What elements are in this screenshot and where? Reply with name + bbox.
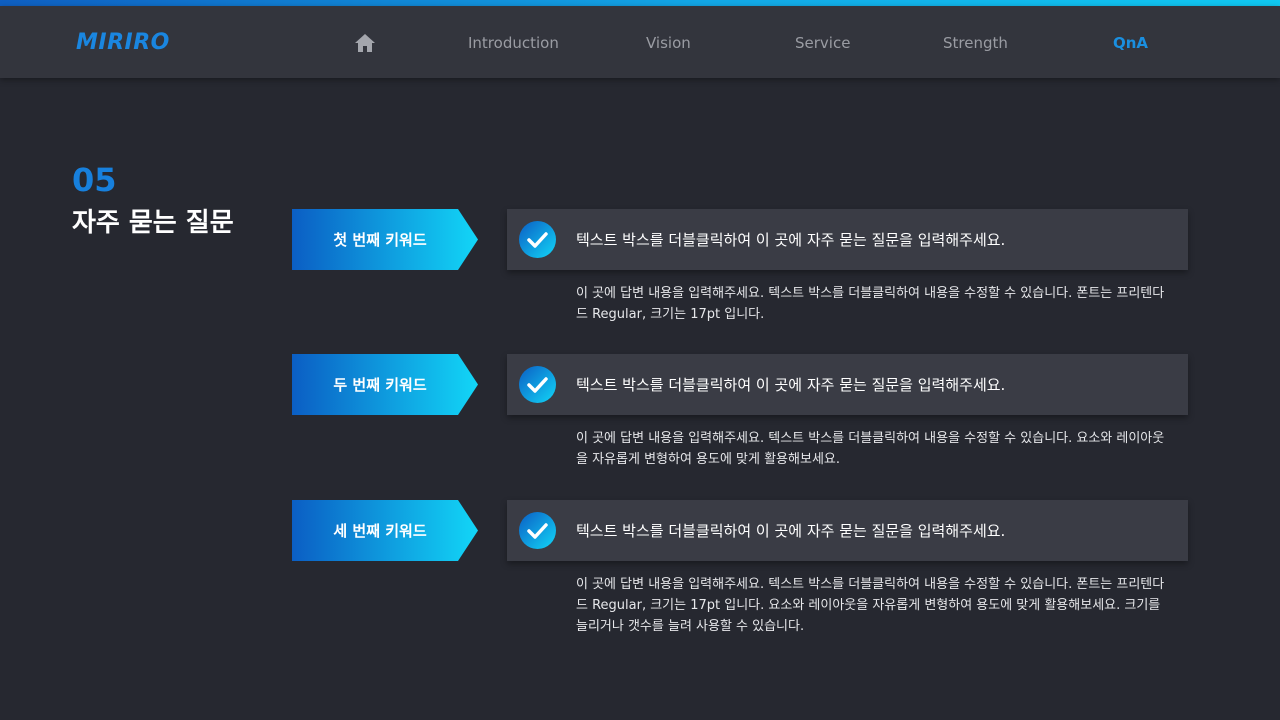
answer-text: 이 곳에 답변 내용을 입력해주세요. 텍스트 박스를 더블클릭하여 내용을 수… bbox=[576, 286, 1165, 322]
keyword-tag[interactable]: 첫 번째 키워드 bbox=[292, 209, 478, 270]
logo[interactable]: MIRIRO bbox=[76, 28, 170, 58]
keyword-label: 첫 번째 키워드 bbox=[333, 231, 427, 249]
answer-text: 이 곳에 답변 내용을 입력해주세요. 텍스트 박스를 더블클릭하여 내용을 수… bbox=[576, 577, 1165, 634]
keyword-label: 세 번째 키워드 bbox=[333, 522, 427, 540]
question-box[interactable]: 텍스트 박스를 더블클릭하여 이 곳에 자주 묻는 질문을 입력해주세요. bbox=[507, 209, 1188, 270]
top-header: MIRIRO Introduction Vision Service Stren… bbox=[0, 6, 1280, 78]
nav-service[interactable]: Service bbox=[795, 32, 850, 54]
check-circle-icon bbox=[519, 512, 556, 549]
home-icon[interactable] bbox=[354, 32, 376, 54]
question-box[interactable]: 텍스트 박스를 더블클릭하여 이 곳에 자주 묻는 질문을 입력해주세요. bbox=[507, 354, 1188, 415]
nav-vision[interactable]: Vision bbox=[646, 32, 691, 54]
question-text: 텍스트 박스를 더블클릭하여 이 곳에 자주 묻는 질문을 입력해주세요. bbox=[576, 522, 1006, 540]
keyword-tag[interactable]: 두 번째 키워드 bbox=[292, 354, 478, 415]
question-box[interactable]: 텍스트 박스를 더블클릭하여 이 곳에 자주 묻는 질문을 입력해주세요. bbox=[507, 500, 1188, 561]
answer-text: 이 곳에 답변 내용을 입력해주세요. 텍스트 박스를 더블클릭하여 내용을 수… bbox=[576, 431, 1165, 467]
question-text: 텍스트 박스를 더블클릭하여 이 곳에 자주 묻는 질문을 입력해주세요. bbox=[576, 376, 1006, 394]
slide-page: MIRIRO Introduction Vision Service Stren… bbox=[0, 0, 1280, 720]
nav-qna[interactable]: QnA bbox=[1113, 32, 1148, 54]
keyword-tag[interactable]: 세 번째 키워드 bbox=[292, 500, 478, 561]
question-text: 텍스트 박스를 더블클릭하여 이 곳에 자주 묻는 질문을 입력해주세요. bbox=[576, 231, 1006, 249]
section-title: 자주 묻는 질문 bbox=[72, 208, 234, 238]
section-number: 05 bbox=[72, 161, 117, 199]
nav-introduction[interactable]: Introduction bbox=[468, 32, 559, 54]
keyword-label: 두 번째 키워드 bbox=[333, 376, 427, 394]
check-circle-icon bbox=[519, 221, 556, 258]
check-circle-icon bbox=[519, 366, 556, 403]
nav-strength[interactable]: Strength bbox=[943, 32, 1008, 54]
